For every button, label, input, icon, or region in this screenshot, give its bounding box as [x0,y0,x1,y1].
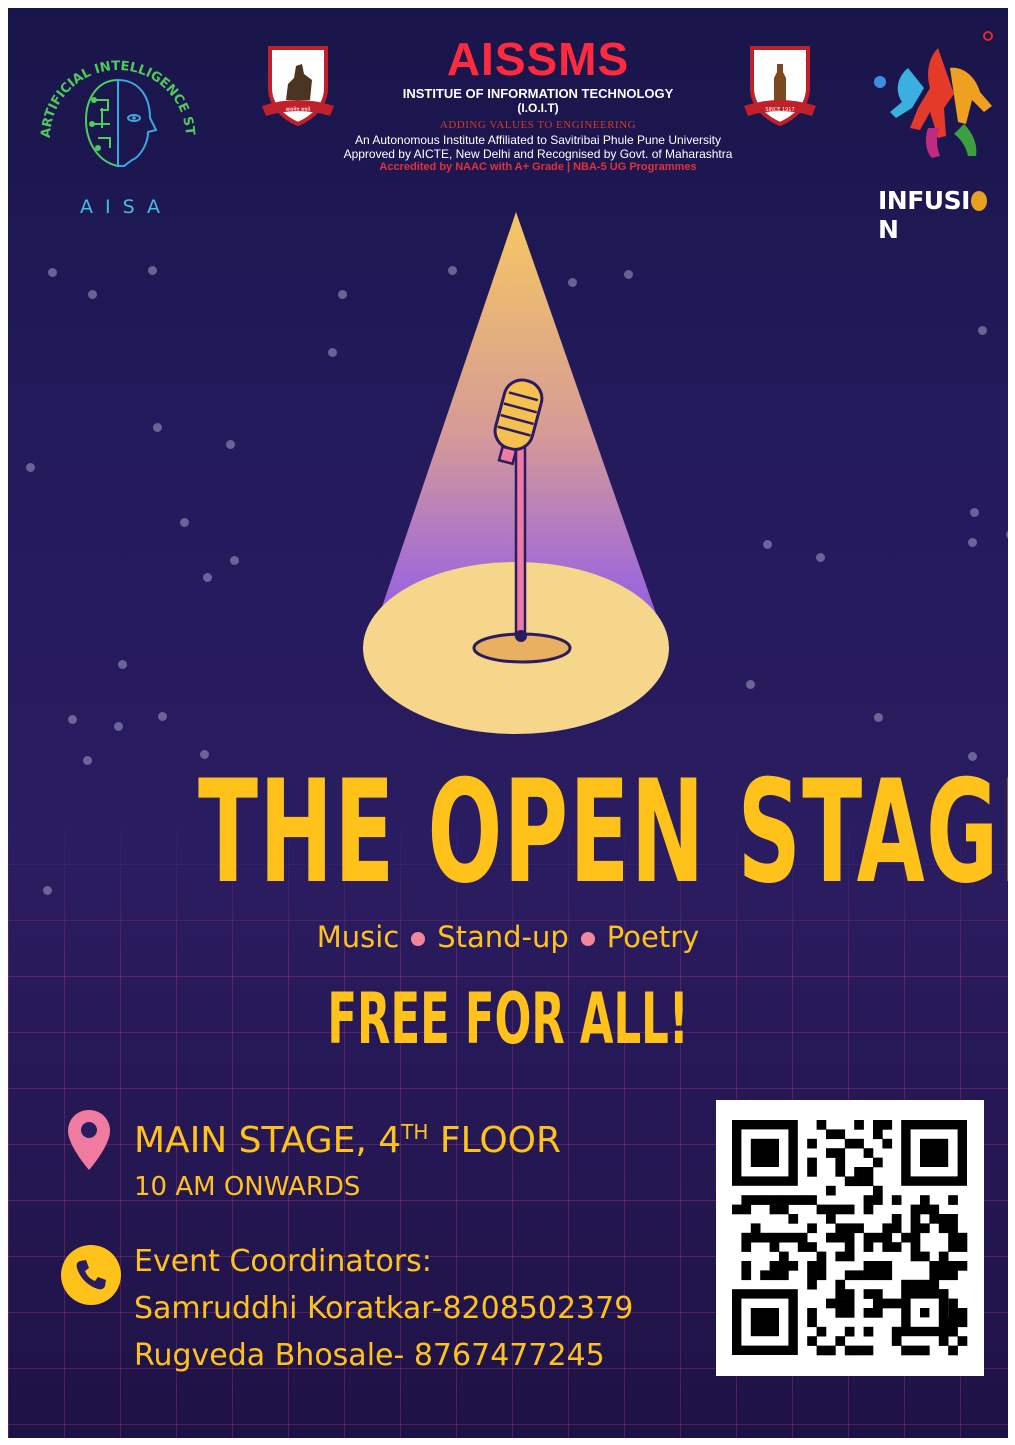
bullet-dot-icon [411,932,426,946]
institute-name: INSTITUE OF INFORMATION TECHNOLOGY [402,86,674,101]
institute-abbr: (I.O.I.T) [517,101,559,115]
qr-code-icon [732,1120,968,1356]
right-crest-ribbon: SINCE 1917 [765,107,794,113]
qr-code[interactable] [716,1100,984,1376]
infusion-globe-icon [970,191,987,211]
institute-tagline: ADDING VALUES TO ENGINEERING [439,119,637,131]
event-title: THE OPEN STAGE [198,750,1008,915]
bullet-dot-icon [580,932,595,946]
phone-icon [61,1245,121,1305]
location-pin-icon [68,1110,110,1170]
aisa-label: AISA [80,196,173,218]
svg-text:ARTIFICIAL INTELLIGENCE STUDEN: ARTIFICIAL INTELLIGENCE STUDENT ASSOCIAT… [28,38,197,138]
aisa-emblem-icon: ARTIFICIAL INTELLIGENCE STUDENT ASSOCIAT… [22,27,197,168]
dancers-icon [874,31,993,158]
accreditation-line: Accredited by NAAC with A+ Grade | NBA-5… [379,161,697,173]
coordinator-1: Samruddhi Koratkar-8208502379 [134,1291,634,1326]
event-poster: ARTIFICIAL INTELLIGENCE STUDENT ASSOCIAT… [8,8,1008,1438]
coordinators-label: Event Coordinators: [134,1244,432,1279]
microphone-icon [363,212,669,734]
aisa-ring-text: ARTIFICIAL INTELLIGENCE STUDENT ASSOCIAT… [22,27,197,138]
category-music: Music [316,920,400,954]
institute-header: AISSMS INSTITUE OF INFORMATION TECHNOLOG… [318,32,758,173]
institute-brand: AISSMS [446,33,630,85]
free-for-all-banner: FREE FOR ALL! [327,978,689,1060]
infusion-logo: INFUSIN [868,28,1008,244]
infusion-wordmark: INFUSIN [878,186,1008,244]
coordinator-2: Rugveda Bhosale- 8767477245 [134,1338,605,1373]
category-poetry: Poetry [606,920,700,954]
category-standup: Stand-up [437,920,569,954]
affiliation-line-2: Approved by AICTE, New Delhi and Recogni… [343,147,733,161]
aisa-logo: ARTIFICIAL INTELLIGENCE STUDENT ASSOCIAT… [22,27,208,223]
venue-text: MAIN STAGE, 4TH FLOOR [134,1120,562,1161]
event-categories: Music Stand-up Poetry [8,920,1008,954]
affiliation-line-1: An Autonomous Institute Affiliated to Sa… [355,133,721,147]
left-crest-ribbon: सत्यमेव जयते [286,106,311,113]
time-text: 10 AM ONWARDS [134,1172,361,1202]
